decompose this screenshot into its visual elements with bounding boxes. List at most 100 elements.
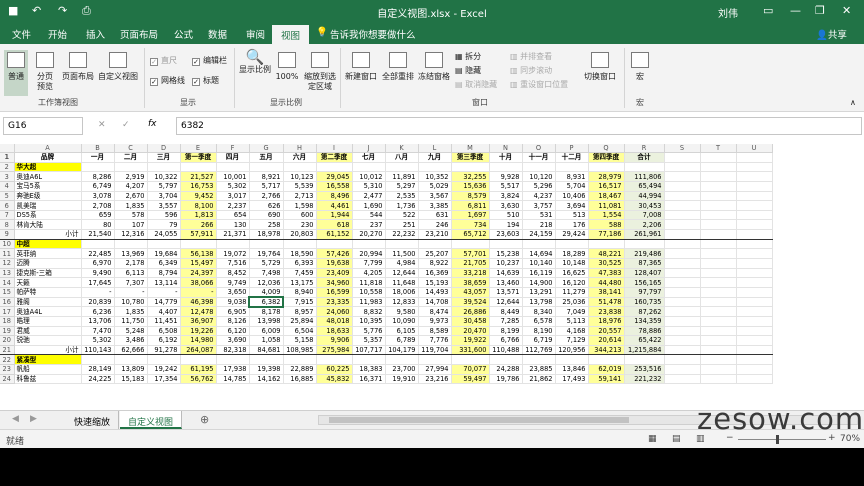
- unhide-button[interactable]: ▤ 取消隐藏: [455, 79, 497, 90]
- row-header[interactable]: 15: [0, 287, 15, 298]
- value-cell[interactable]: 10,001: [216, 171, 250, 182]
- value-cell[interactable]: 3,567: [418, 191, 452, 202]
- value-cell[interactable]: 17,938: [216, 364, 250, 375]
- value-cell[interactable]: 10,406: [555, 191, 589, 202]
- value-cell[interactable]: 6,766: [489, 335, 523, 346]
- page-break-preview-button[interactable]: 分页预览: [32, 52, 58, 92]
- value-cell[interactable]: 20,270: [352, 229, 386, 240]
- cell[interactable]: [700, 162, 737, 173]
- cell[interactable]: [114, 162, 148, 173]
- value-cell[interactable]: 21,371: [216, 229, 250, 240]
- value-cell[interactable]: 266: [180, 219, 217, 231]
- value-cell[interactable]: 15,636: [451, 181, 490, 192]
- value-cell[interactable]: 128,407: [624, 268, 665, 279]
- value-cell[interactable]: 18,006: [385, 287, 419, 298]
- cell[interactable]: [451, 354, 490, 366]
- value-cell[interactable]: 61,195: [180, 364, 217, 375]
- value-cell[interactable]: 120,956: [555, 345, 589, 356]
- value-cell[interactable]: 13,291: [522, 287, 556, 298]
- cell[interactable]: [664, 219, 701, 231]
- value-cell[interactable]: 2,766: [249, 191, 284, 202]
- cell[interactable]: [418, 354, 452, 366]
- column-header[interactable]: P: [555, 144, 589, 153]
- column-header[interactable]: G: [249, 144, 284, 153]
- value-cell[interactable]: 130: [216, 219, 250, 231]
- value-cell[interactable]: 112,769: [522, 345, 556, 356]
- cell[interactable]: [700, 345, 737, 356]
- cell[interactable]: [522, 162, 556, 173]
- column-header[interactable]: N: [489, 144, 523, 153]
- cell[interactable]: [216, 239, 250, 250]
- cell[interactable]: [700, 306, 737, 317]
- cell[interactable]: [316, 354, 353, 366]
- value-cell[interactable]: 77,186: [588, 229, 625, 240]
- cell[interactable]: [418, 239, 452, 250]
- column-header[interactable]: K: [385, 144, 419, 153]
- value-cell[interactable]: 32,255: [451, 171, 490, 182]
- value-cell[interactable]: 219,486: [624, 248, 665, 260]
- cell[interactable]: [664, 239, 701, 250]
- value-cell[interactable]: 8,579: [451, 191, 490, 202]
- value-cell[interactable]: 23,335: [316, 297, 353, 308]
- column-title-cell[interactable]: 六月: [283, 152, 317, 163]
- cell[interactable]: [700, 364, 737, 375]
- value-cell[interactable]: 28,979: [588, 171, 625, 182]
- value-cell[interactable]: 25,207: [418, 248, 452, 260]
- select-all-corner[interactable]: [0, 144, 15, 153]
- value-cell[interactable]: 23,216: [418, 374, 452, 385]
- row-header[interactable]: 16: [0, 297, 15, 308]
- new-window-button[interactable]: 新建窗口: [343, 52, 379, 82]
- value-cell[interactable]: 111,806: [624, 171, 665, 182]
- row-header[interactable]: 22: [0, 354, 15, 366]
- value-cell[interactable]: 4,984: [385, 258, 419, 269]
- headings-checkbox[interactable]: ✓ 标题: [192, 75, 219, 86]
- value-cell[interactable]: 14,639: [489, 268, 523, 279]
- value-cell[interactable]: 38,659: [451, 277, 490, 288]
- value-cell[interactable]: 104,179: [385, 345, 419, 356]
- value-cell[interactable]: 16,599: [316, 287, 353, 298]
- switch-windows-button[interactable]: 切换窗口: [580, 52, 620, 82]
- value-cell[interactable]: 16,371: [352, 374, 386, 385]
- cell[interactable]: [316, 239, 353, 250]
- cell[interactable]: [522, 239, 556, 250]
- cell[interactable]: [664, 152, 701, 163]
- value-cell[interactable]: 44,480: [588, 277, 625, 288]
- value-cell[interactable]: 544: [352, 210, 386, 221]
- formula-bar-checkbox[interactable]: ✓ 编辑栏: [192, 55, 227, 66]
- value-cell[interactable]: 17,645: [81, 277, 115, 288]
- cell[interactable]: [624, 354, 665, 366]
- value-cell[interactable]: 107,717: [352, 345, 386, 356]
- value-cell[interactable]: 11,750: [114, 316, 148, 327]
- value-cell[interactable]: 1,944: [316, 210, 353, 221]
- cell[interactable]: [664, 191, 701, 202]
- value-cell[interactable]: 690: [249, 210, 284, 221]
- cell[interactable]: [736, 239, 773, 250]
- cell[interactable]: [664, 210, 701, 221]
- value-cell[interactable]: 12,644: [489, 297, 523, 308]
- value-cell[interactable]: 1,058: [249, 335, 284, 346]
- value-cell[interactable]: 3,017: [216, 191, 250, 202]
- cell[interactable]: [624, 239, 665, 250]
- value-cell[interactable]: 5,717: [249, 181, 284, 192]
- column-header[interactable]: J: [352, 144, 386, 153]
- value-cell[interactable]: 14,779: [147, 297, 181, 308]
- cell[interactable]: [700, 326, 737, 337]
- value-cell[interactable]: 19,786: [489, 374, 523, 385]
- value-cell[interactable]: 28,149: [81, 364, 115, 375]
- tab-review[interactable]: 审阅: [246, 27, 265, 41]
- value-cell[interactable]: 531: [522, 210, 556, 221]
- cell[interactable]: [588, 239, 625, 250]
- arrange-all-button[interactable]: 全部重排: [380, 52, 416, 82]
- value-cell[interactable]: 18,590: [283, 248, 317, 260]
- value-cell[interactable]: 9,973: [418, 316, 452, 327]
- split-button[interactable]: ▦ 拆分: [455, 51, 481, 62]
- value-cell[interactable]: 16,558: [316, 181, 353, 192]
- value-cell[interactable]: 5,302: [81, 335, 115, 346]
- cell[interactable]: [736, 306, 773, 317]
- row-header[interactable]: 5: [0, 191, 15, 202]
- column-title-cell[interactable]: 五月: [249, 152, 284, 163]
- value-cell[interactable]: 15,238: [489, 248, 523, 260]
- tab-view[interactable]: 视图: [272, 25, 310, 44]
- value-cell[interactable]: 8,832: [352, 306, 386, 317]
- value-cell[interactable]: 13,706: [81, 316, 115, 327]
